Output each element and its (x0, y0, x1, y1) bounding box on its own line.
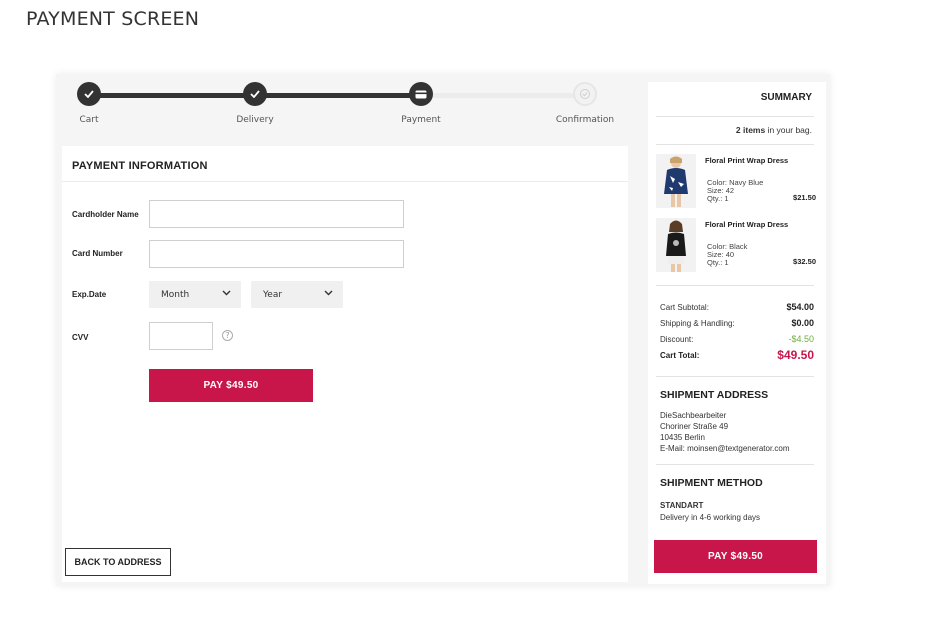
divider (656, 464, 814, 465)
order-summary: SUMMARY 2 items in your bag. Floral Prin… (648, 82, 826, 584)
address-line: DieSachbearbeiter (660, 411, 727, 420)
product-image (656, 154, 696, 208)
cardholder-label: Cardholder Name (72, 210, 139, 219)
shipment-method-title: SHIPMENT METHOD (660, 477, 763, 489)
product-qty: Qty.: 1 (707, 194, 729, 203)
check-icon (250, 90, 260, 98)
product-qty: Qty.: 1 (707, 258, 729, 267)
shipment-method-name: STANDART (660, 501, 704, 510)
shipping-label: Shipping & Handling: (660, 319, 735, 328)
card-icon (415, 90, 427, 98)
total-row: Cart Total: $49.50 (660, 348, 814, 362)
payment-panel: PAYMENT INFORMATION Cardholder Name Card… (62, 146, 628, 582)
discount-row: Discount: -$4.50 (660, 334, 814, 344)
checkout-card: Cart Delivery Payment Confirmation PAYME… (56, 74, 830, 586)
product-image (656, 218, 696, 272)
summary-pay-button[interactable]: PAY $49.50 (654, 540, 817, 573)
chevron-down-icon (324, 290, 333, 296)
pay-button[interactable]: PAY $49.50 (149, 369, 313, 402)
step-payment-icon[interactable] (409, 82, 433, 106)
discount-label: Discount: (660, 335, 694, 344)
chevron-down-icon (222, 290, 231, 296)
cart-item[interactable]: Floral Print Wrap Dress Color: Navy Blue… (656, 154, 816, 210)
address-line: 10435 Berlin (660, 433, 705, 442)
items-count-number: 2 items (735, 125, 766, 135)
address-line: Choriner Straße 49 (660, 422, 729, 431)
items-count: 2 items in your bag. (736, 125, 812, 135)
step-label-payment: Payment (401, 115, 441, 125)
step-confirmation-icon[interactable] (573, 82, 597, 106)
shipping-value: $0.00 (791, 318, 814, 328)
cvv-input[interactable] (149, 322, 213, 350)
check-icon (84, 90, 94, 98)
items-count-suffix: in your bag. (765, 125, 812, 135)
total-value: $49.50 (777, 348, 814, 362)
total-label: Cart Total: (660, 351, 700, 360)
subtotal-row: Cart Subtotal: $54.00 (660, 302, 814, 312)
step-label-delivery: Delivery (236, 115, 274, 125)
exp-date-label: Exp.Date (72, 290, 107, 299)
page-title: PAYMENT SCREEN (26, 8, 200, 30)
step-cart-icon[interactable] (77, 82, 101, 106)
address-email: E-Mail: moinsen@textgenerator.com (660, 444, 790, 453)
product-price: $32.50 (793, 257, 816, 266)
step-label-cart: Cart (79, 115, 99, 125)
divider (62, 181, 628, 182)
cvv-label: CVV (72, 333, 89, 342)
shipping-row: Shipping & Handling: $0.00 (660, 318, 814, 328)
divider (656, 376, 814, 377)
month-select[interactable]: Month (149, 281, 241, 308)
product-name[interactable]: Floral Print Wrap Dress (705, 220, 788, 229)
product-price: $21.50 (793, 193, 816, 202)
back-to-address-button[interactable]: BACK TO ADDRESS (65, 548, 171, 576)
card-number-label: Card Number (72, 249, 123, 258)
shipment-method-detail: Delivery in 4-6 working days (660, 513, 761, 522)
month-select-value: Month (161, 289, 190, 300)
step-delivery-icon[interactable] (243, 82, 267, 106)
card-number-input[interactable] (149, 240, 404, 268)
summary-title: SUMMARY (760, 92, 812, 103)
product-thumbnail (656, 154, 696, 208)
year-select[interactable]: Year (251, 281, 343, 308)
shipment-address-title: SHIPMENT ADDRESS (660, 389, 769, 401)
subtotal-label: Cart Subtotal: (660, 303, 709, 312)
help-icon[interactable]: ? (222, 330, 233, 341)
subtotal-value: $54.00 (786, 302, 814, 312)
step-label-confirmation: Confirmation (555, 115, 615, 125)
divider (656, 285, 814, 286)
divider (656, 116, 814, 117)
product-name[interactable]: Floral Print Wrap Dress (705, 156, 788, 165)
cardholder-name-input[interactable] (149, 200, 404, 228)
pending-check-icon (580, 89, 590, 99)
cart-item[interactable]: Floral Print Wrap Dress Color: Black Siz… (656, 218, 816, 274)
product-thumbnail (656, 218, 696, 272)
year-select-value: Year (263, 289, 283, 300)
discount-value: -$4.50 (788, 334, 814, 344)
divider (656, 144, 814, 145)
checkout-stepper: Cart Delivery Payment Confirmation (56, 74, 628, 144)
payment-section-title: PAYMENT INFORMATION (72, 160, 208, 172)
